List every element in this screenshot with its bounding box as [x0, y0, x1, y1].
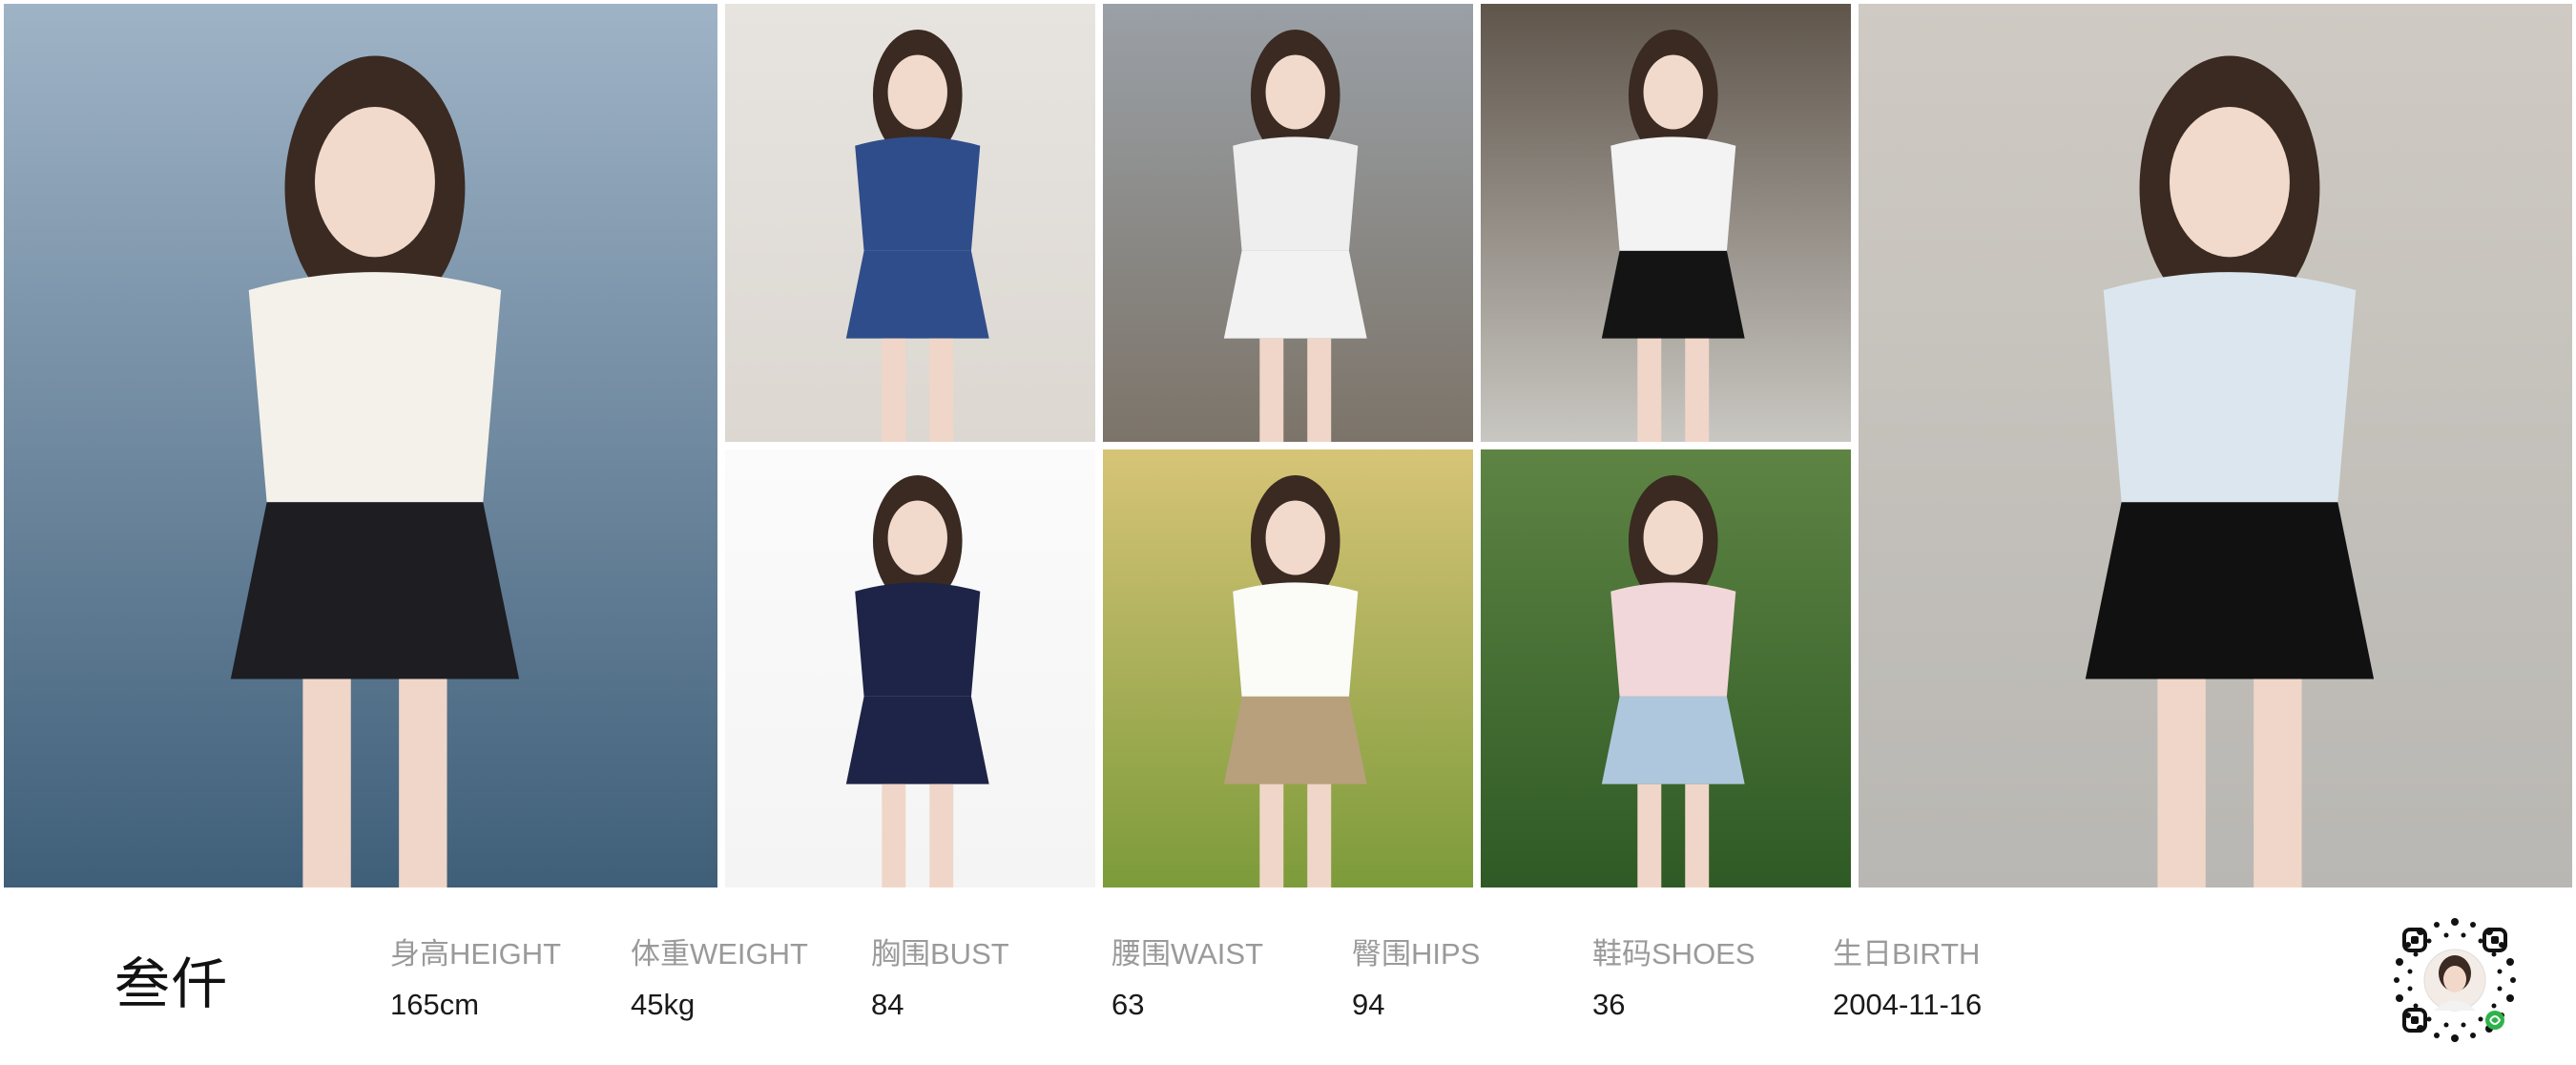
stat-label: 臀围HIPS — [1352, 937, 1481, 971]
photo-grid — [0, 0, 2576, 891]
photo-image — [1481, 449, 1851, 888]
stat-label: 腰围WAIST — [1111, 937, 1264, 971]
photo-image — [725, 4, 1095, 442]
photo-image — [725, 449, 1095, 888]
stat-label: 身高HEIGHT — [390, 937, 562, 971]
photo-selfie[interactable] — [725, 4, 1095, 442]
photo-seaside[interactable] — [4, 4, 717, 888]
photo-image — [1481, 4, 1851, 442]
stat-value: 84 — [871, 988, 904, 1021]
stat-height: 身高HEIGHT 165cm — [390, 929, 561, 1022]
photo-image — [4, 4, 717, 888]
photo-grass[interactable] — [1481, 449, 1851, 888]
stat-weight: 体重WEIGHT 45kg — [631, 929, 808, 1022]
stat-label: 生日BIRTH — [1833, 937, 1981, 971]
stat-value: 2004-11-16 — [1833, 988, 1983, 1021]
photo-studio[interactable] — [1103, 4, 1473, 442]
stat-value: 94 — [1352, 988, 1385, 1021]
qr-code-icon[interactable] — [2389, 914, 2521, 1046]
stat-value: 36 — [1592, 988, 1626, 1021]
model-info-bar: 叁仟 身高HEIGHT 165cm 体重WEIGHT 45kg 胸围BUST 8… — [0, 891, 2576, 1065]
stat-birth: 生日BIRTH 2004-11-16 — [1833, 929, 1982, 1022]
photo-image — [1103, 449, 1473, 888]
stat-label: 体重WEIGHT — [631, 937, 808, 971]
photo-image — [1859, 4, 2572, 888]
model-name: 叁仟 — [114, 953, 230, 1015]
stat-waist: 腰围WAIST 63 — [1111, 929, 1263, 1022]
stat-hips: 臀围HIPS 94 — [1352, 929, 1480, 1022]
stat-value: 165cm — [390, 988, 480, 1021]
stat-label: 鞋码SHOES — [1592, 937, 1755, 971]
photo-storefront[interactable] — [1481, 4, 1851, 442]
photo-street[interactable] — [1859, 4, 2572, 888]
stat-value: 45kg — [631, 988, 696, 1021]
stat-label: 胸围BUST — [871, 937, 1009, 971]
photo-image — [1103, 4, 1473, 442]
stat-bust: 胸围BUST 84 — [871, 929, 1009, 1022]
photo-portrait[interactable] — [725, 449, 1095, 888]
stat-value: 63 — [1111, 988, 1145, 1021]
photo-park[interactable] — [1103, 449, 1473, 888]
stat-shoes: 鞋码SHOES 36 — [1592, 929, 1755, 1022]
